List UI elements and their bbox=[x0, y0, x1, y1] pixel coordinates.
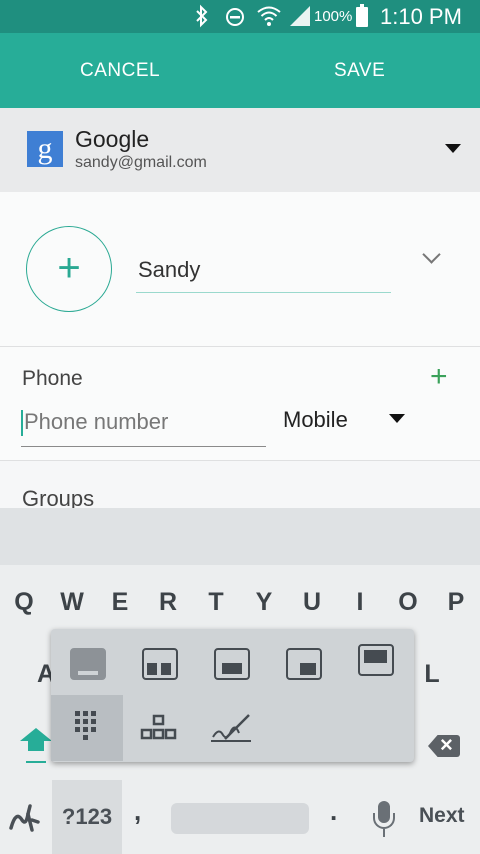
key-w[interactable]: W bbox=[52, 588, 92, 617]
add-phone-icon[interactable]: + bbox=[430, 362, 448, 392]
microphone-icon[interactable] bbox=[372, 801, 396, 839]
keyboard-layout-icon[interactable] bbox=[131, 703, 189, 755]
do-not-disturb-icon bbox=[224, 4, 246, 34]
shift-icon[interactable] bbox=[20, 728, 52, 763]
plus-icon: + bbox=[57, 246, 81, 290]
keyboard-mode-popup bbox=[51, 629, 414, 762]
clock: 1:10 PM bbox=[380, 4, 462, 29]
next-key[interactable]: Next bbox=[419, 804, 465, 828]
keyboard-toolbar bbox=[0, 508, 480, 565]
battery-icon bbox=[356, 4, 368, 27]
cancel-button[interactable]: CANCEL bbox=[80, 33, 160, 108]
add-photo-button[interactable]: + bbox=[26, 226, 112, 312]
phone-label: Phone bbox=[22, 367, 83, 390]
keyboard-center-icon[interactable] bbox=[203, 637, 261, 689]
google-logo-icon: g bbox=[27, 131, 63, 167]
phone-number-placeholder: Phone number bbox=[24, 409, 169, 434]
key-r[interactable]: R bbox=[148, 588, 188, 617]
text-cursor bbox=[21, 410, 23, 437]
key-p[interactable]: P bbox=[436, 588, 476, 617]
swipe-typing-icon[interactable] bbox=[8, 800, 42, 834]
status-bar: 100% 1:10 PM bbox=[0, 0, 480, 33]
comma-key[interactable]: , bbox=[134, 796, 141, 827]
account-name: Google bbox=[75, 126, 150, 152]
key-o[interactable]: O bbox=[388, 588, 428, 617]
key-l[interactable]: L bbox=[412, 660, 452, 689]
keyboard-floating-icon[interactable] bbox=[347, 633, 405, 685]
key-e[interactable]: E bbox=[100, 588, 140, 617]
divider bbox=[0, 460, 480, 461]
handwriting-icon[interactable] bbox=[203, 703, 261, 755]
signal-icon bbox=[288, 4, 312, 34]
save-button[interactable]: SAVE bbox=[334, 33, 385, 108]
dropdown-arrow-icon[interactable] bbox=[389, 414, 405, 423]
keyboard-split-right-icon[interactable] bbox=[275, 637, 333, 689]
key-t[interactable]: T bbox=[196, 588, 236, 617]
account-email: sandy@gmail.com bbox=[75, 154, 207, 171]
phone-type-select[interactable]: Mobile bbox=[283, 407, 348, 433]
account-selector[interactable] bbox=[0, 108, 480, 192]
key-u[interactable]: U bbox=[292, 588, 332, 617]
keyboard-standard-icon[interactable] bbox=[59, 637, 117, 689]
wifi-icon bbox=[256, 4, 282, 34]
battery-percent: 100% bbox=[314, 8, 353, 25]
phone-number-input[interactable]: Phone number bbox=[21, 402, 266, 447]
symbols-key[interactable]: ?123 bbox=[52, 780, 122, 854]
period-key[interactable]: . bbox=[330, 796, 337, 827]
key-y[interactable]: Y bbox=[244, 588, 284, 617]
keypad-icon[interactable] bbox=[51, 695, 123, 761]
space-bar[interactable] bbox=[171, 803, 309, 834]
bluetooth-icon bbox=[195, 4, 209, 34]
action-bar: CANCEL SAVE bbox=[0, 33, 480, 108]
key-i[interactable]: I bbox=[340, 588, 380, 617]
dropdown-arrow-icon[interactable] bbox=[445, 144, 461, 153]
keyboard-split-left-icon[interactable] bbox=[131, 637, 189, 689]
name-input[interactable]: Sandy bbox=[136, 252, 391, 293]
key-q[interactable]: Q bbox=[4, 588, 44, 617]
